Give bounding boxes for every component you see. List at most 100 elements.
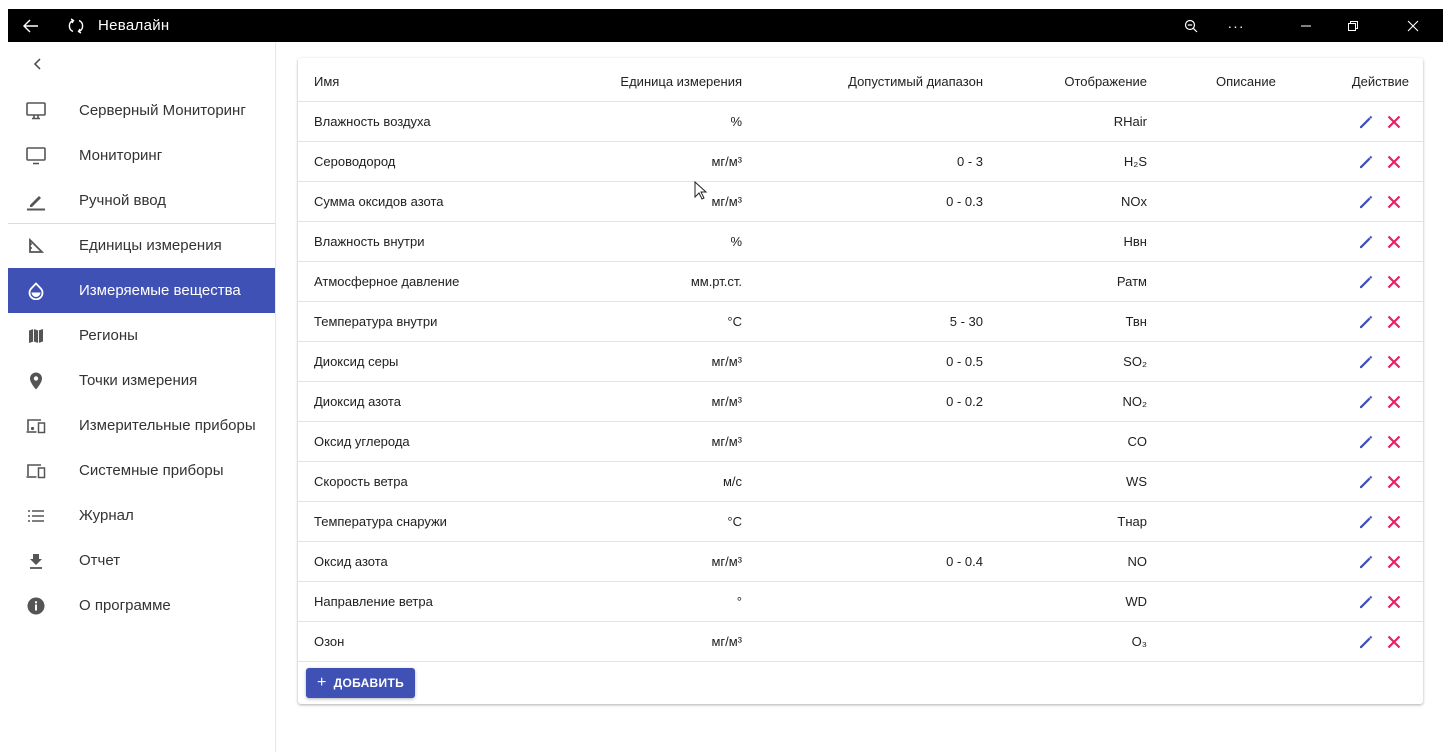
devices-icon xyxy=(26,416,46,436)
app-title: Невалайн xyxy=(98,17,170,34)
list-icon xyxy=(26,506,46,526)
header-description[interactable]: Описание xyxy=(1216,62,1276,102)
row-actions xyxy=(1357,192,1403,212)
sidebar-item-substances[interactable]: Измеряемые вещества xyxy=(8,268,275,313)
refresh-icon[interactable] xyxy=(65,9,87,42)
sidebar-item-units[interactable]: Единицы измерения xyxy=(8,223,275,268)
info-icon xyxy=(26,596,46,616)
row-actions xyxy=(1357,552,1403,572)
header-action: Действие xyxy=(1351,74,1409,89)
delete-close-icon[interactable] xyxy=(1385,512,1403,532)
header-name[interactable]: Имя xyxy=(314,62,339,102)
row-actions xyxy=(1357,432,1403,452)
sidebar-item-label: Измерительные приборы xyxy=(79,417,256,434)
row-actions xyxy=(1357,272,1403,292)
cell-name: Озон xyxy=(314,634,345,649)
delete-close-icon[interactable] xyxy=(1385,232,1403,252)
delete-close-icon[interactable] xyxy=(1385,472,1403,492)
cell-unit: ° xyxy=(736,594,742,609)
cell-name: Диоксид серы xyxy=(314,354,399,369)
back-arrow-icon[interactable] xyxy=(20,9,42,42)
table-row: Сероводород мг/м³ 0 - 3 H₂S xyxy=(298,142,1423,182)
edit-pencil-icon[interactable] xyxy=(1357,272,1375,292)
minimize-icon[interactable] xyxy=(1295,9,1317,42)
cell-range: 0 - 0.5 xyxy=(946,354,983,369)
cell-name: Температура внутри xyxy=(314,314,438,329)
sidebar-item-manual-input[interactable]: Ручной ввод xyxy=(8,178,275,223)
table-row: Температура снаружи °C Тнар xyxy=(298,502,1423,542)
drop-icon xyxy=(26,281,46,301)
cell-unit: мг/м³ xyxy=(711,634,742,649)
row-actions xyxy=(1357,312,1403,332)
table-header-row: Имя Единица измерения Допустимый диапазо… xyxy=(298,62,1423,102)
edit-pencil-icon[interactable] xyxy=(1357,112,1375,132)
delete-close-icon[interactable] xyxy=(1385,632,1403,652)
sidebar-item-label: Единицы измерения xyxy=(79,237,222,254)
download-icon xyxy=(26,551,46,571)
edit-pencil-icon[interactable] xyxy=(1357,152,1375,172)
cell-name: Оксид азота xyxy=(314,554,388,569)
header-unit[interactable]: Единица измерения xyxy=(620,62,742,102)
header-range[interactable]: Допустимый диапазон xyxy=(848,62,983,102)
cell-unit: мг/м³ xyxy=(711,394,742,409)
edit-pencil-icon[interactable] xyxy=(1357,552,1375,572)
delete-close-icon[interactable] xyxy=(1385,592,1403,612)
plus-icon: + xyxy=(316,674,327,691)
table-row: Направление ветра ° WD xyxy=(298,582,1423,622)
row-actions xyxy=(1357,112,1403,132)
sidebar-item-about[interactable]: О программе xyxy=(8,583,275,628)
restore-icon[interactable] xyxy=(1342,9,1364,42)
sidebar-item-journal[interactable]: Журнал xyxy=(8,493,275,538)
table-row: Оксид углерода мг/м³ CO xyxy=(298,422,1423,462)
cell-display: WD xyxy=(1125,594,1147,609)
sidebar-item-measure-points[interactable]: Точки измерения xyxy=(8,358,275,403)
header-display[interactable]: Отображение xyxy=(1064,62,1147,102)
sidebar-item-label: Системные приборы xyxy=(79,462,224,479)
edit-pencil-icon[interactable] xyxy=(1357,592,1375,612)
delete-close-icon[interactable] xyxy=(1385,352,1403,372)
edit-pencil-icon[interactable] xyxy=(1357,392,1375,412)
cell-unit: мг/м³ xyxy=(711,154,742,169)
edit-pencil-icon[interactable] xyxy=(1357,632,1375,652)
row-actions xyxy=(1357,152,1403,172)
delete-close-icon[interactable] xyxy=(1385,432,1403,452)
edit-pencil-icon[interactable] xyxy=(1357,312,1375,332)
cell-name: Сероводород xyxy=(314,154,396,169)
delete-close-icon[interactable] xyxy=(1385,312,1403,332)
chevron-left-icon[interactable] xyxy=(28,54,48,74)
delete-close-icon[interactable] xyxy=(1385,112,1403,132)
sidebar-item-regions[interactable]: Регионы xyxy=(8,313,275,358)
cell-name: Оксид углерода xyxy=(314,434,410,449)
table-row: Оксид азота мг/м³ 0 - 0.4 NO xyxy=(298,542,1423,582)
zoom-out-icon[interactable] xyxy=(1180,9,1202,42)
cell-name: Сумма оксидов азота xyxy=(314,194,444,209)
sidebar-item-monitoring[interactable]: Мониторинг xyxy=(8,133,275,178)
delete-close-icon[interactable] xyxy=(1385,552,1403,572)
table-row: Атмосферное давление мм.рт.ст. Ратм xyxy=(298,262,1423,302)
edit-pencil-icon[interactable] xyxy=(1357,432,1375,452)
edit-pencil-icon[interactable] xyxy=(1357,192,1375,212)
sidebar-item-report[interactable]: Отчет xyxy=(8,538,275,583)
sidebar-item-system-devices[interactable]: Системные приборы xyxy=(8,448,275,493)
edit-pencil-icon[interactable] xyxy=(1357,472,1375,492)
delete-close-icon[interactable] xyxy=(1385,392,1403,412)
delete-close-icon[interactable] xyxy=(1385,152,1403,172)
row-actions xyxy=(1357,392,1403,412)
edit-pencil-icon[interactable] xyxy=(1357,232,1375,252)
desktop-icon xyxy=(26,101,46,121)
sidebar-item-measuring-devices[interactable]: Измерительные приборы xyxy=(8,403,275,448)
row-actions xyxy=(1357,472,1403,492)
delete-close-icon[interactable] xyxy=(1385,272,1403,292)
edit-pencil-icon[interactable] xyxy=(1357,352,1375,372)
cell-range: 0 - 0.4 xyxy=(946,554,983,569)
row-actions xyxy=(1357,232,1403,252)
add-button[interactable]: + ДОБАВИТЬ xyxy=(306,668,415,698)
sidebar-item-server-monitoring[interactable]: Серверный Мониторинг xyxy=(8,88,275,133)
cell-range: 5 - 30 xyxy=(949,314,983,329)
add-button-label: ДОБАВИТЬ xyxy=(333,676,405,690)
window-close-icon[interactable] xyxy=(1402,9,1424,42)
edit-pencil-icon[interactable] xyxy=(1357,512,1375,532)
delete-close-icon[interactable] xyxy=(1385,192,1403,212)
more-options-icon[interactable]: ··· xyxy=(1223,9,1249,42)
cell-name: Влажность внутри xyxy=(314,234,425,249)
